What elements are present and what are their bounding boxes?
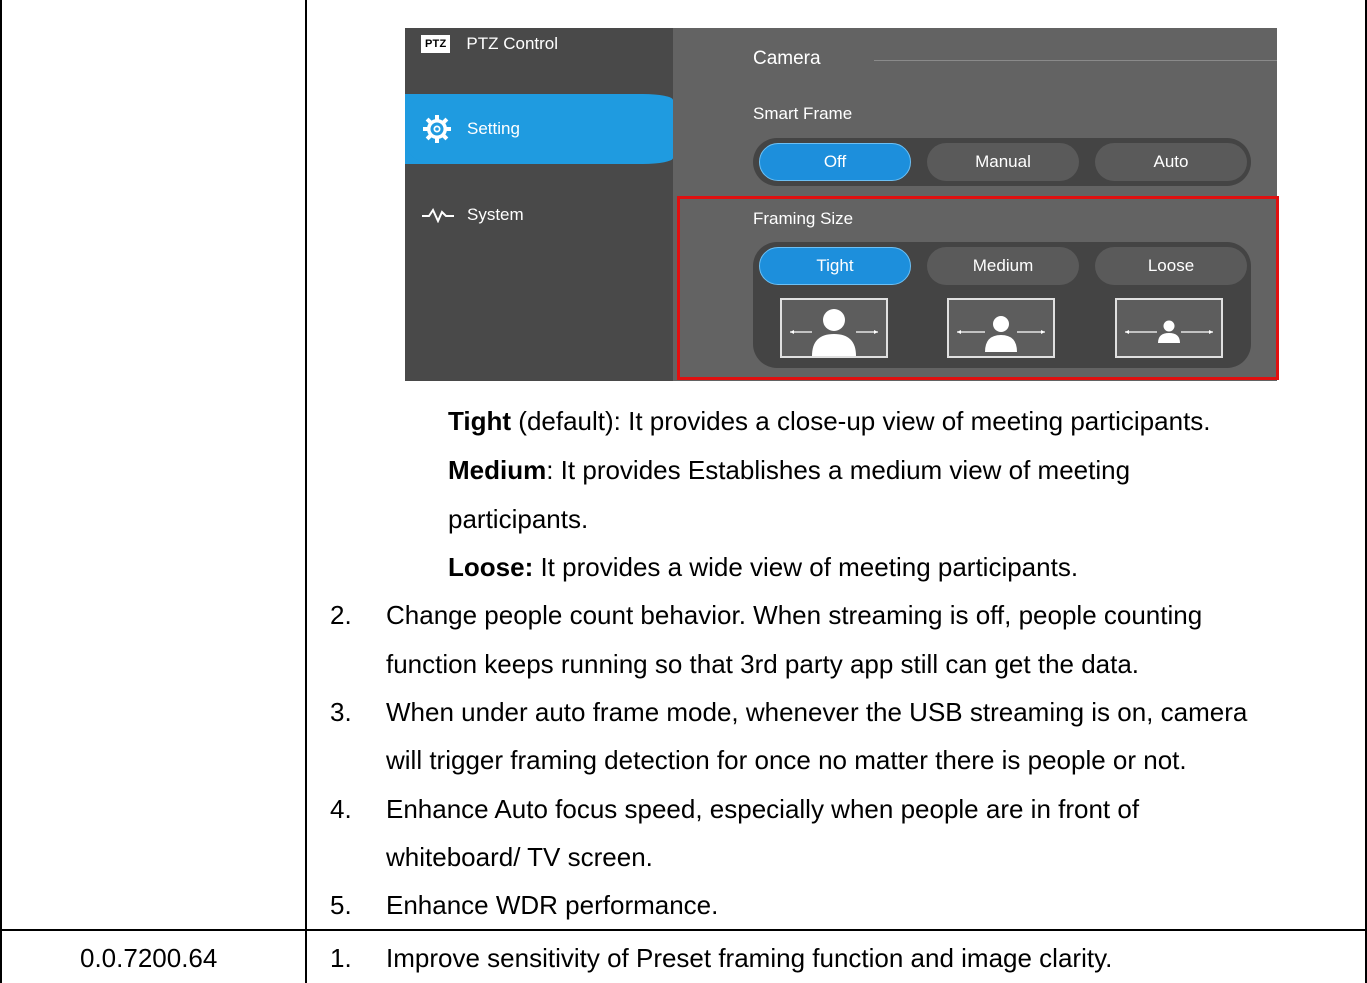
list-item-line: Enhance WDR performance. (386, 890, 719, 920)
list-item-line: function keeps running so that 3rd party… (386, 649, 1140, 679)
table-row-divider (0, 929, 1367, 931)
medium-description: Medium: It provides Establishes a medium… (448, 455, 1130, 485)
sidebar-item-label: PTZ Control (466, 34, 559, 53)
loose-description: Loose: It provides a wide view of meetin… (448, 552, 1078, 582)
section-divider (874, 60, 1277, 61)
sidebar-item-label: Setting (467, 119, 520, 138)
framing-size-highlight (677, 196, 1279, 380)
list-item-number: 1. (330, 943, 352, 973)
ui-sidebar: PTZ PTZ Control Setting System (405, 28, 673, 381)
medium-term: Medium (448, 455, 547, 485)
medium-description-cont: participants. (448, 504, 589, 534)
sidebar-item-ptz-control[interactable]: PTZ PTZ Control (421, 34, 558, 54)
tight-term: Tight (448, 406, 512, 436)
list-item-number: 3. (330, 697, 352, 727)
list-item-line: Change people count behavior. When strea… (386, 600, 1203, 630)
smart-frame-label: Smart Frame (753, 104, 853, 123)
pulse-icon (421, 207, 455, 224)
table-column-divider (305, 0, 307, 983)
ptz-icon: PTZ (421, 35, 451, 53)
table-border-right (1365, 0, 1367, 983)
list-item-line: Improve sensitivity of Preset framing fu… (386, 943, 1113, 973)
sidebar-item-label: System (467, 205, 524, 224)
tight-description: Tight (default): It provides a close-up … (448, 406, 1211, 436)
list-item-number: 2. (330, 600, 352, 630)
version-cell: 0.0.7200.64 (80, 943, 218, 973)
smart-frame-selector: Off Manual Auto (753, 138, 1251, 186)
smart-frame-auto-button[interactable]: Auto (1095, 143, 1247, 181)
list-item-line: will trigger framing detection for once … (386, 745, 1187, 775)
table-border-left (0, 0, 2, 983)
list-item-line: When under auto frame mode, whenever the… (386, 697, 1248, 727)
smart-frame-off-button[interactable]: Off (759, 143, 911, 181)
list-item-number: 4. (330, 794, 352, 824)
sidebar-item-system[interactable]: System (421, 205, 524, 225)
loose-text: It provides a wide view of meeting parti… (533, 552, 1079, 582)
loose-term: Loose: (448, 552, 534, 582)
camera-title: Camera (753, 48, 821, 69)
list-item-number: 5. (330, 890, 352, 920)
gear-icon (423, 115, 451, 143)
tight-text: (default): It provides a close-up view o… (511, 406, 1211, 436)
medium-text: : It provides Establishes a medium view … (546, 455, 1131, 485)
sidebar-item-setting[interactable]: Setting (405, 94, 673, 164)
list-item-line: whiteboard/ TV screen. (386, 842, 653, 872)
list-item-line: Enhance Auto focus speed, especially whe… (386, 794, 1140, 824)
smart-frame-manual-button[interactable]: Manual (927, 143, 1079, 181)
